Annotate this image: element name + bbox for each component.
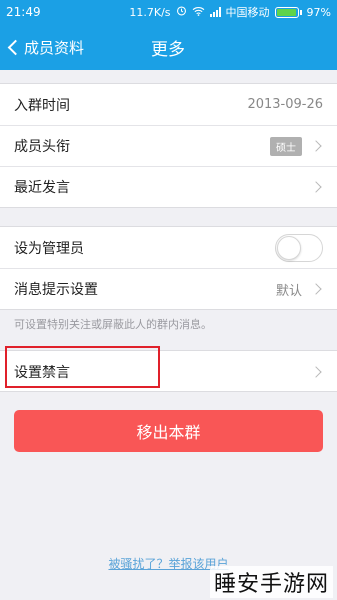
status-bar: 21:49 11.7K/s 中国移动 97% (0, 0, 337, 24)
member-title-label: 成员头衔 (14, 139, 70, 155)
member-info-group: 入群时间 2013-09-26 成员头衔 硕士 最近发言 (0, 83, 337, 208)
highlight-box (5, 346, 160, 388)
signal-icon (209, 7, 221, 17)
chevron-right-icon (310, 283, 322, 295)
chevron-left-icon (7, 39, 24, 55)
join-date-label: 入群时间 (14, 97, 70, 114)
set-admin-row: 设为管理员 (0, 227, 337, 268)
settings-group: 设为管理员 消息提示设置 默认 (0, 226, 337, 310)
back-label: 成员资料 (24, 38, 85, 57)
chevron-right-icon (310, 365, 322, 378)
message-alert-hint: 可设置特别关注或屏蔽此人的群内消息。 (14, 318, 212, 331)
chevron-right-icon (310, 140, 322, 152)
message-alert-value: 默认 (275, 283, 302, 299)
join-date-value: 2013-09-26 (247, 97, 323, 112)
page-title: 更多 (151, 39, 185, 60)
battery-icon (274, 6, 302, 18)
watermark: 睡安手游网 (209, 566, 333, 598)
alarm-icon (176, 5, 187, 19)
recent-posts-label: 最近发言 (14, 180, 70, 196)
chevron-right-icon (310, 181, 322, 193)
back-button[interactable]: 成员资料 (0, 24, 84, 70)
network-speed: 11.7K/s (129, 5, 171, 19)
recent-posts-row[interactable]: 最近发言 (0, 166, 337, 207)
member-title-badge: 硕士 (270, 136, 302, 156)
status-right: 11.7K/s 中国移动 97% (129, 4, 331, 20)
status-time: 21:49 (6, 5, 41, 19)
join-date-row: 入群时间 2013-09-26 (0, 84, 337, 125)
wifi-icon (192, 6, 205, 19)
member-title-row[interactable]: 成员头衔 硕士 (0, 125, 337, 166)
remove-from-group-button[interactable]: 移出本群 (14, 410, 323, 452)
toggle-knob (277, 235, 301, 260)
nav-bar: 成员资料 更多 (0, 24, 337, 70)
set-admin-label: 设为管理员 (14, 240, 84, 257)
carrier-label: 中国移动 (225, 6, 270, 19)
message-alert-row[interactable]: 消息提示设置 默认 (0, 268, 337, 309)
set-admin-toggle[interactable] (275, 233, 323, 262)
message-alert-label: 消息提示设置 (14, 282, 98, 298)
battery-percent: 97% (306, 5, 331, 19)
